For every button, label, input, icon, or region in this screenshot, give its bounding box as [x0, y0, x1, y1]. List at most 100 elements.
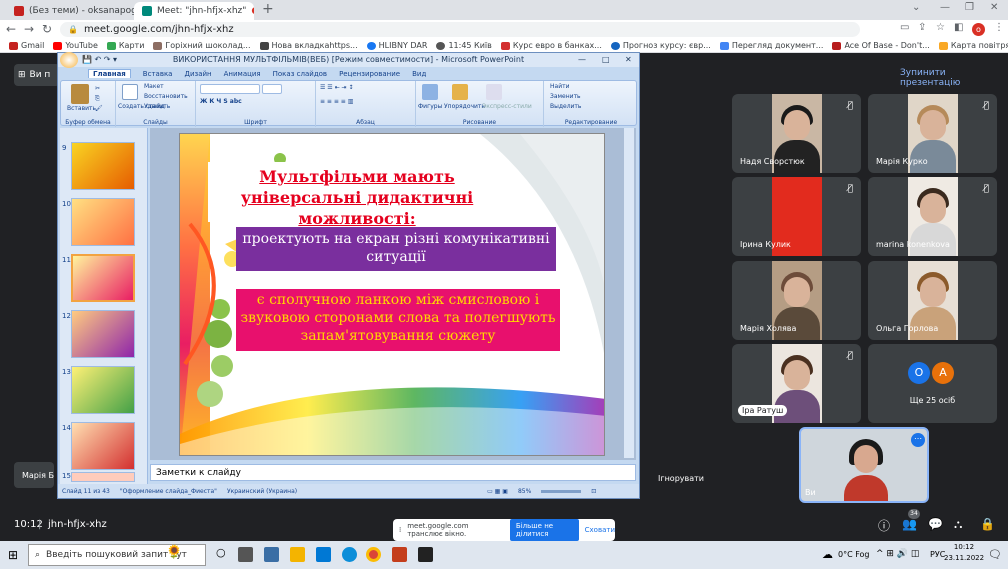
info-icon[interactable]: ⓘ	[878, 517, 890, 534]
tab-search-icon[interactable]: ⌄	[912, 2, 920, 13]
app-icon[interactable]	[418, 547, 433, 562]
stop-sharing-button[interactable]: Більше не ділитися	[509, 519, 579, 541]
bookmark-item[interactable]: Горіхний шоколад...	[153, 41, 251, 50]
shapes-button[interactable]: Фигуры	[418, 103, 442, 110]
slide-textbox-1[interactable]: проектують на екран різні комунікативні …	[236, 227, 556, 271]
tab-slideshow[interactable]: Показ слайдов	[273, 70, 327, 78]
font-size-select[interactable]	[262, 84, 282, 94]
powerpoint-icon[interactable]	[392, 547, 407, 562]
minimize-icon[interactable]: —	[940, 2, 950, 13]
tab-view[interactable]: Вид	[412, 70, 426, 78]
new-tab-button[interactable]: +	[262, 1, 274, 17]
quick-access-icons[interactable]: 💾 ↶ ↷ ▾	[82, 53, 117, 67]
align-icons[interactable]: ≡ ≡ ≡ ≡ ▥	[320, 98, 353, 105]
restore-icon[interactable]: ❐	[965, 2, 974, 13]
bookmark-star-icon[interactable]: ☆	[936, 22, 945, 33]
others-tile[interactable]: O A Ще 25 осіб	[868, 344, 997, 423]
profile-avatar[interactable]: o	[972, 23, 985, 36]
stop-presenting-button[interactable]: Зупинити презентацію	[900, 68, 1008, 88]
tab-meet[interactable]: Meet: "jhn-hfjx-xhz" ● ✕	[134, 2, 254, 20]
paste-icon[interactable]	[71, 84, 89, 104]
delete-button[interactable]: Удалить	[144, 103, 170, 110]
tab-review[interactable]: Рецензирование	[339, 70, 400, 78]
minimize-icon[interactable]: —	[578, 53, 586, 67]
participant-tile[interactable]: Ольга Горлова	[868, 261, 997, 340]
bookmark-item[interactable]: HLIBNY DAR	[366, 41, 427, 50]
fit-icon[interactable]: ⊡	[591, 488, 596, 495]
hide-button[interactable]: Сховати	[585, 526, 615, 534]
tab-animation[interactable]: Анимация	[224, 70, 261, 78]
close-window-icon[interactable]: ✕	[990, 2, 998, 13]
participant-tile[interactable]: Марія Холява	[732, 261, 861, 340]
drag-handle-icon[interactable]: ⁞	[399, 526, 401, 534]
view-buttons[interactable]: ▭ ▦ ▣	[487, 488, 508, 495]
url-bar[interactable]: 🔒 meet.google.com/jhn-hfjx-xhz	[60, 22, 860, 37]
widgets-icon[interactable]	[238, 547, 253, 562]
forward-icon[interactable]: →	[24, 22, 34, 36]
bookmark-item[interactable]: Карта повітряних т...	[938, 41, 1008, 50]
tray-icons[interactable]: ^ ⊞ 🔊 ◫	[876, 549, 919, 559]
tab-home[interactable]: Главная	[88, 69, 131, 78]
sidepanel-icon[interactable]: ◧	[954, 22, 963, 33]
chat-icon[interactable]: 💬	[928, 517, 943, 531]
participant-tile[interactable]: 🎙̸ marina konenkova	[868, 177, 997, 256]
copy-icon[interactable]: ⎘	[95, 95, 100, 103]
close-icon[interactable]: ✕	[625, 53, 632, 67]
cast-icon[interactable]: ▭	[900, 22, 909, 33]
layout-button[interactable]: Макет	[144, 83, 164, 90]
bookmark-item[interactable]: 11:45 Київ	[436, 41, 492, 50]
people-icon[interactable]: 👥	[902, 517, 917, 531]
bookmark-item[interactable]: YouTube	[53, 41, 98, 50]
clock-time[interactable]: 10:12	[948, 543, 980, 551]
paste-button[interactable]: Вставить	[67, 105, 96, 112]
participant-tile[interactable]: 🎙̸ Надя Сворстюк	[732, 94, 861, 173]
lock-host-icon[interactable]: 🔒	[980, 517, 995, 531]
format-painter-icon[interactable]: 🖌	[95, 105, 103, 112]
replace-button[interactable]: Заменить	[550, 93, 581, 100]
more-options-icon[interactable]: ⋯	[911, 433, 925, 447]
clock-date[interactable]: 23.11.2022	[944, 554, 984, 562]
new-slide-icon[interactable]	[122, 84, 138, 100]
windows-start-icon[interactable]: ⊞	[8, 548, 18, 562]
slide-thumbnail[interactable]	[71, 422, 135, 470]
arrange-button[interactable]: Упорядочить	[444, 103, 485, 110]
notifications-icon[interactable]: 🗨	[988, 548, 1002, 561]
slide-thumbnail[interactable]	[71, 366, 135, 414]
language-indicator[interactable]: РУС	[930, 550, 945, 559]
task-view-icon[interactable]: ○	[216, 546, 226, 559]
arrange-icon[interactable]	[452, 84, 468, 100]
slide-thumbnail[interactable]	[71, 310, 135, 358]
find-button[interactable]: Найти	[550, 83, 569, 90]
tab-design[interactable]: Дизайн	[184, 70, 211, 78]
share-icon[interactable]: ⇪	[918, 22, 926, 33]
tab-insert[interactable]: Вставка	[143, 70, 173, 78]
maximize-icon[interactable]: □	[602, 53, 610, 67]
file-explorer-icon[interactable]	[290, 547, 305, 562]
select-button[interactable]: Выделить	[550, 103, 581, 110]
participant-tile[interactable]: 🎙̸ Ірина Кулик	[732, 177, 861, 256]
slide-textbox-2[interactable]: є сполучною ланкою між смисловою і звуко…	[236, 289, 560, 351]
bookmark-item[interactable]: Курс евро в банках...	[500, 41, 602, 50]
vertical-scrollbar[interactable]	[624, 128, 634, 458]
menu-dots-icon[interactable]: ⋮	[994, 22, 1004, 33]
shapes-icon[interactable]	[422, 84, 438, 100]
slide-thumbnail[interactable]	[71, 472, 135, 482]
weather-text[interactable]: 0°C Fog	[838, 550, 870, 559]
office-button[interactable]	[60, 52, 78, 68]
back-icon[interactable]: ←	[6, 22, 16, 36]
language-indicator[interactable]: Украинский (Украина)	[227, 488, 297, 495]
tab-gmail[interactable]: (Без теми) - oksanapogorelko@... ✕	[6, 2, 134, 20]
zoom-level[interactable]: 85%	[518, 488, 531, 495]
ignore-button[interactable]: Ігнорувати	[658, 474, 704, 483]
participant-tile-partial[interactable]: Марія Бар	[14, 462, 54, 488]
participant-tile[interactable]: 🎙̸ Марія Курко	[868, 94, 997, 173]
bookmark-item[interactable]: Gmail	[9, 41, 44, 50]
reset-button[interactable]: Восстановить	[144, 93, 188, 100]
list-icons[interactable]: ☰ ☰ ⇤ ⇥ ↕	[320, 84, 353, 91]
font-family-select[interactable]	[200, 84, 260, 94]
participant-tile[interactable]: 🎙̸ Іра Ратуш	[732, 344, 861, 423]
slide-canvas[interactable]: Мультфільми мають універсальні дидактичн…	[179, 133, 605, 456]
bookmark-item[interactable]: Нова вкладкаhttps...	[259, 41, 358, 50]
bookmark-item[interactable]: Ace Of Base - Don't...	[832, 41, 930, 50]
chrome-icon[interactable]	[366, 547, 381, 562]
